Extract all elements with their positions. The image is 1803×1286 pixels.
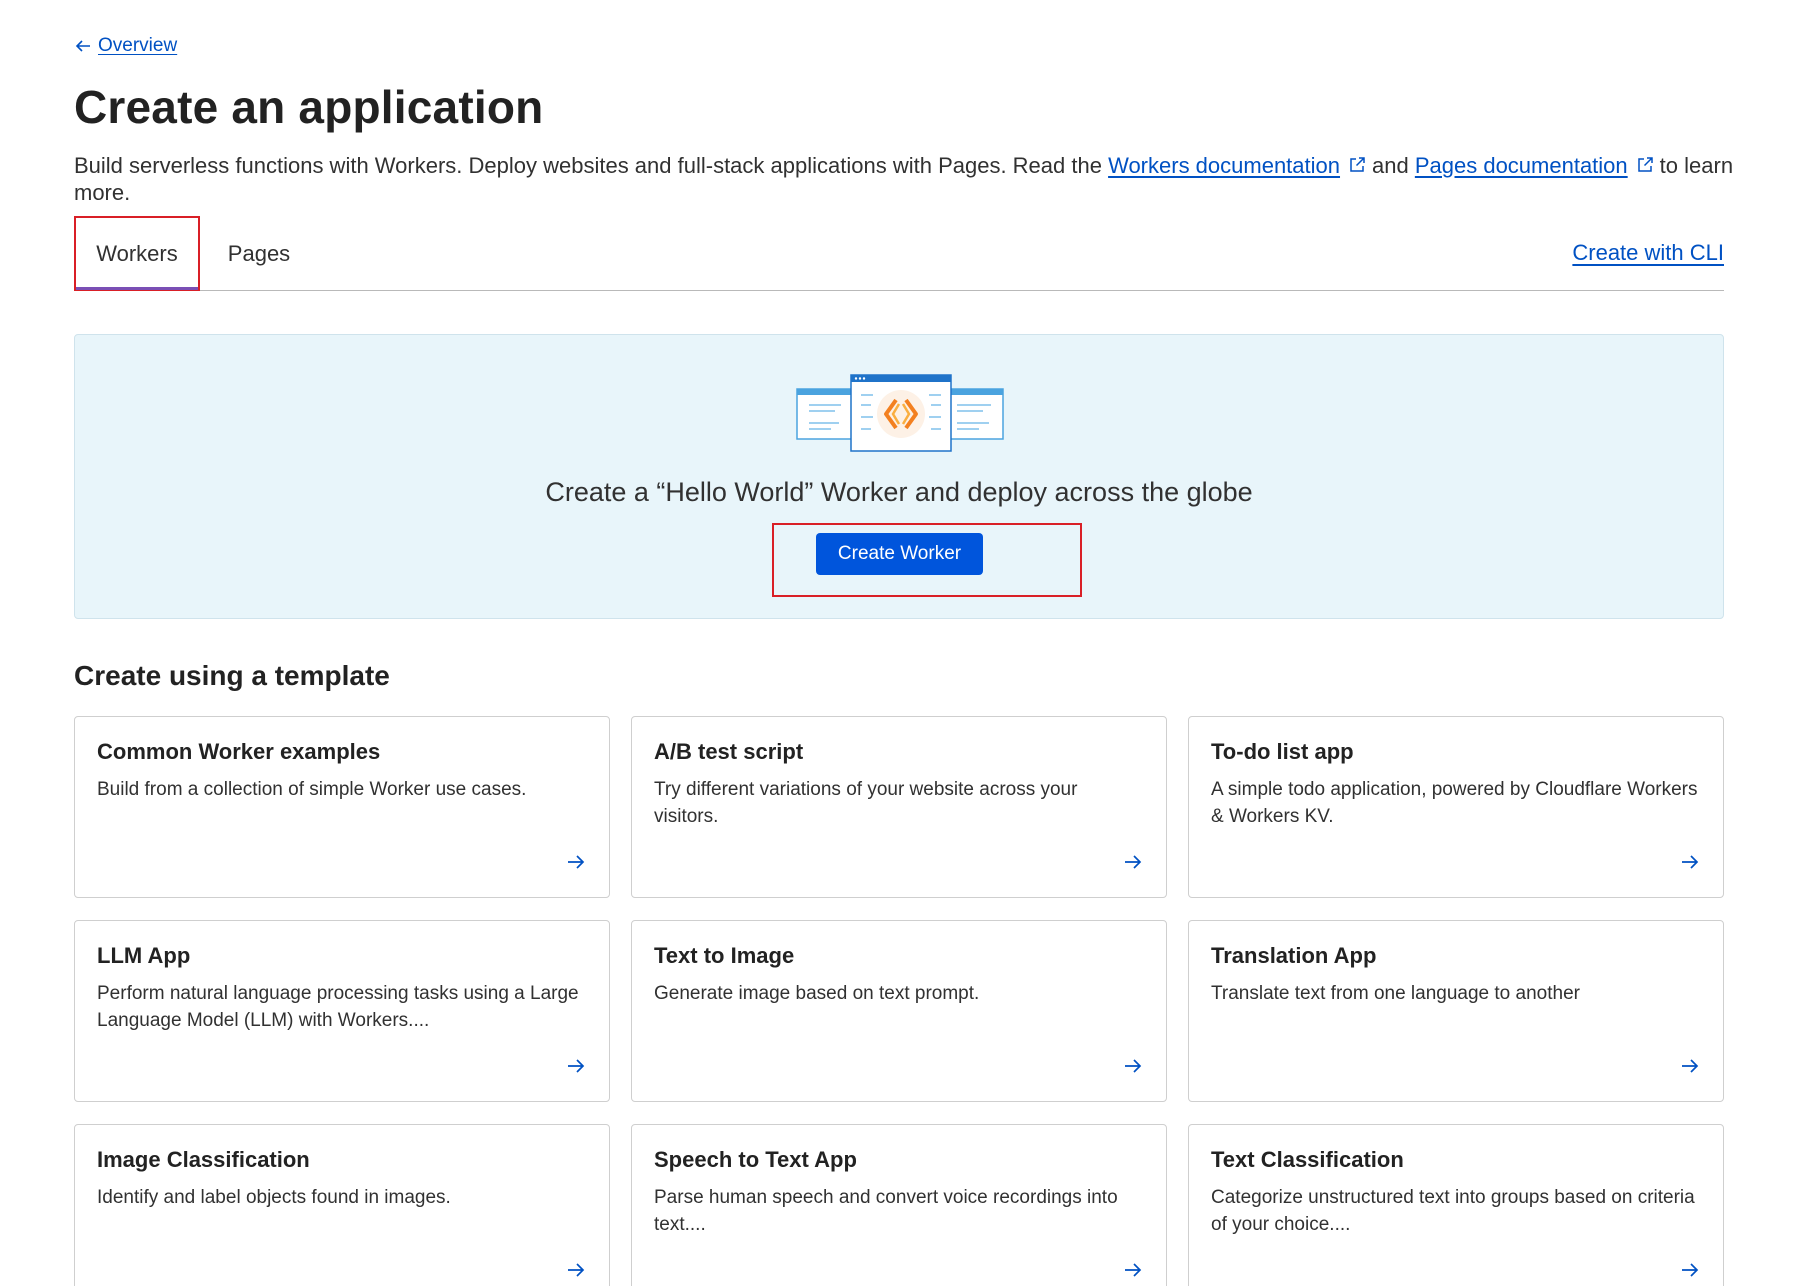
- arrow-right-icon: [568, 1059, 585, 1073]
- arrow-right-icon: [568, 855, 585, 869]
- template-card-image-classification[interactable]: Image Classification Identify and label …: [74, 1124, 610, 1286]
- card-description: Try different variations of your website…: [654, 779, 1078, 827]
- card-title: A/B test script: [654, 739, 804, 764]
- template-grid: Common Worker examples Build from a coll…: [74, 716, 1724, 1286]
- card-title: Speech to Text App: [654, 1147, 857, 1172]
- arrow-right-icon: [1125, 1059, 1142, 1073]
- intro-text-start: Build serverless functions with Workers.…: [74, 153, 1109, 178]
- card-title: Text Classification: [1211, 1147, 1404, 1172]
- arrow-right-icon: [1682, 1059, 1699, 1073]
- hero-heading: Create a “Hello World” Worker and deploy…: [545, 477, 1253, 507]
- card-description: Build from a collection of simple Worker…: [97, 779, 527, 800]
- arrow-right-icon: [1682, 855, 1699, 869]
- card-description: Parse human speech and convert voice rec…: [654, 1187, 1118, 1235]
- card-title: To-do list app: [1211, 739, 1354, 764]
- intro-text: Build serverless functions with Workers.…: [74, 152, 1734, 206]
- card-description: Categorize unstructured text into groups…: [1211, 1187, 1695, 1235]
- card-description: A simple todo application, powered by Cl…: [1211, 779, 1698, 827]
- template-card-llm-app[interactable]: LLM App Perform natural language process…: [74, 920, 610, 1102]
- card-description: Perform natural language processing task…: [97, 983, 579, 1031]
- template-card-ab-test-script[interactable]: A/B test script Try different variations…: [631, 716, 1167, 898]
- card-title: LLM App: [97, 943, 191, 968]
- arrow-right-icon: [1682, 1263, 1699, 1277]
- template-card-text-classification[interactable]: Text Classification Categorize unstructu…: [1188, 1124, 1724, 1286]
- card-description: Translate text from one language to anot…: [1211, 983, 1580, 1004]
- card-description: Generate image based on text prompt.: [654, 983, 980, 1004]
- template-card-translation-app[interactable]: Translation App Translate text from one …: [1188, 920, 1724, 1102]
- external-link-icon: [1350, 157, 1365, 172]
- pages-documentation-link[interactable]: Pages documentation: [1415, 153, 1628, 178]
- create-with-cli-link[interactable]: Create with CLI: [1572, 240, 1724, 266]
- template-section-title: Create using a template: [74, 660, 390, 691]
- page: Overview Create an application Build ser…: [74, 0, 1733, 1286]
- template-card-todo-list-app[interactable]: To-do list app A simple todo application…: [1188, 716, 1724, 898]
- template-card-speech-to-text-app[interactable]: Speech to Text App Parse human speech an…: [631, 1124, 1167, 1286]
- worker-illustration: [796, 374, 1004, 452]
- card-description: Identify and label objects found in imag…: [97, 1187, 451, 1208]
- workers-documentation-link[interactable]: Workers documentation: [1108, 153, 1340, 178]
- template-card-text-to-image[interactable]: Text to Image Generate image based on te…: [631, 920, 1167, 1102]
- hello-world-hero: Create a “Hello World” Worker and deploy…: [74, 334, 1724, 619]
- arrow-left-icon: [75, 40, 90, 52]
- intro-text-and: and: [1372, 153, 1415, 178]
- external-link-icon: [1637, 157, 1653, 172]
- tab-pages[interactable]: Pages: [214, 216, 304, 291]
- create-worker-button[interactable]: Create Worker: [816, 533, 983, 575]
- arrow-right-icon: [1125, 1263, 1142, 1277]
- template-card-common-worker-examples[interactable]: Common Worker examples Build from a coll…: [74, 716, 610, 898]
- overview-link-label: Overview: [98, 35, 178, 56]
- arrow-right-icon: [1125, 855, 1142, 869]
- card-title: Image Classification: [97, 1147, 310, 1172]
- arrow-right-icon: [568, 1263, 585, 1277]
- card-title: Text to Image: [654, 943, 795, 968]
- page-title: Create an application: [74, 81, 544, 133]
- card-title: Common Worker examples: [97, 739, 381, 764]
- overview-back-link[interactable]: Overview: [74, 35, 177, 57]
- tab-workers[interactable]: Workers: [74, 216, 200, 291]
- tab-bar: Workers Pages Create with CLI: [74, 216, 1724, 291]
- card-title: Translation App: [1211, 943, 1377, 968]
